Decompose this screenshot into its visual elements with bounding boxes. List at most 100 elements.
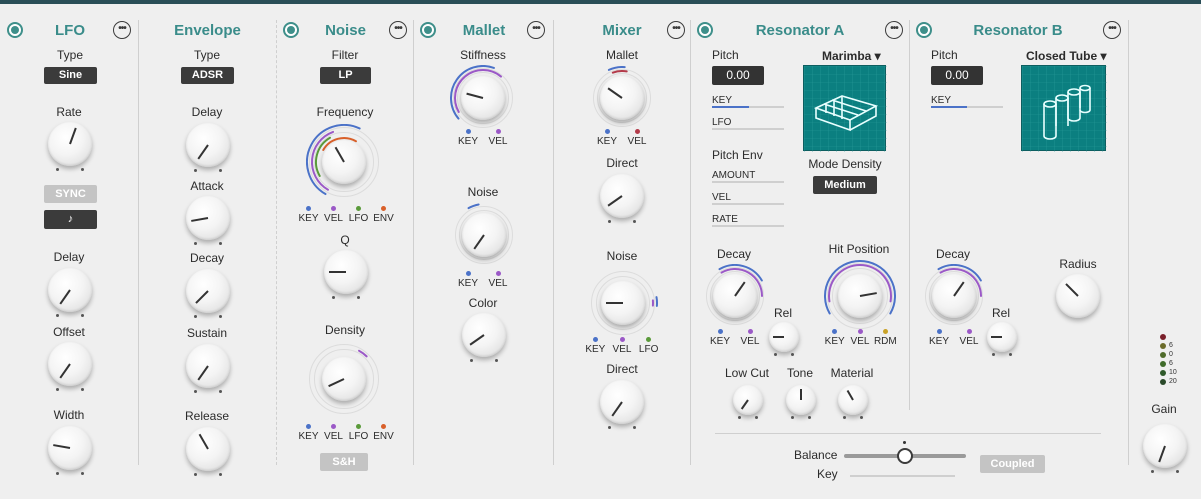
- lfo-title: LFO: [55, 22, 85, 39]
- noise-frequency-knob[interactable]: [306, 124, 382, 200]
- resonator-a-material-knob[interactable]: [838, 385, 868, 419]
- noise-density-knob[interactable]: [306, 341, 382, 417]
- mod-dot[interactable]: [747, 329, 753, 334]
- resonator-b-model-select[interactable]: Closed Tube ▾: [1026, 49, 1106, 63]
- lfo-note-button[interactable]: ♪: [44, 210, 97, 229]
- knob-tick: [194, 473, 198, 477]
- resonator-a-decay-knob[interactable]: [703, 264, 767, 328]
- mod-dot[interactable]: [646, 337, 652, 342]
- knob-body: [322, 140, 366, 184]
- mod-dot[interactable]: [857, 329, 863, 334]
- mallet-menu-button[interactable]: •••: [527, 21, 545, 39]
- mod-dot[interactable]: [966, 329, 972, 334]
- resonator-a-amount-slider[interactable]: [712, 181, 784, 183]
- resonator-a-pitch-field[interactable]: 0.00: [712, 66, 764, 85]
- mallet-title: Mallet: [462, 22, 506, 39]
- mod-dot[interactable]: [936, 329, 942, 334]
- resonator-b-menu-button[interactable]: •••: [1103, 21, 1121, 39]
- knob-tick: [754, 415, 758, 419]
- lfo-menu-button[interactable]: •••: [113, 21, 131, 39]
- gain-knob[interactable]: [1143, 424, 1187, 474]
- envelope-release-knob[interactable]: [186, 427, 230, 477]
- mod-dot[interactable]: [832, 329, 838, 334]
- mod-dot[interactable]: [465, 129, 471, 134]
- mod-dot[interactable]: [717, 329, 723, 334]
- balance-slider-handle[interactable]: [897, 448, 913, 464]
- knob-pointer: [198, 434, 209, 450]
- resonator-b-power-toggle[interactable]: [916, 22, 932, 38]
- lfo-power-toggle[interactable]: [7, 22, 23, 38]
- mod-dot[interactable]: [495, 271, 501, 276]
- mod-dot[interactable]: [634, 129, 640, 134]
- resonator-a-vel-slider[interactable]: [712, 203, 784, 205]
- mixer-menu-button[interactable]: •••: [667, 21, 685, 39]
- knob-tick: [194, 315, 198, 319]
- lfo-offset-knob[interactable]: [48, 342, 92, 392]
- mod-dot[interactable]: [465, 271, 471, 276]
- mod-dot[interactable]: [331, 206, 336, 211]
- mod-dot[interactable]: [882, 329, 888, 334]
- knob-pointer: [800, 388, 802, 400]
- mod-dot[interactable]: [495, 129, 501, 134]
- mallet-power-toggle[interactable]: [420, 22, 436, 38]
- noise-title: Noise: [325, 22, 366, 39]
- coupled-button[interactable]: Coupled: [980, 455, 1045, 473]
- mod-dot[interactable]: [381, 424, 386, 429]
- noise-power-toggle[interactable]: [283, 22, 299, 38]
- envelope-attack-knob[interactable]: [186, 196, 230, 246]
- noise-frequency-mods: KEY VEL LFO ENV: [296, 206, 396, 228]
- resonator-a-tone-knob[interactable]: [786, 385, 816, 419]
- knob-body: [461, 76, 505, 120]
- resonator-b-decay-knob[interactable]: [922, 264, 986, 328]
- mallet-color-knob[interactable]: [462, 313, 506, 363]
- mod-dot[interactable]: [381, 206, 386, 211]
- envelope-delay-knob[interactable]: [186, 123, 230, 173]
- envelope-sustain-knob[interactable]: [186, 344, 230, 394]
- mod-dot[interactable]: [619, 337, 625, 342]
- mod-dot[interactable]: [356, 206, 361, 211]
- knob-body: [600, 76, 644, 120]
- envelope-decay-knob[interactable]: [186, 269, 230, 319]
- noise-sh-button[interactable]: S&H: [320, 453, 368, 471]
- lfo-rate-knob[interactable]: [48, 122, 92, 172]
- resonator-a-mode-density-select[interactable]: Medium: [813, 176, 877, 194]
- lfo-delay-knob[interactable]: [48, 268, 92, 318]
- mallet-noise-knob[interactable]: [452, 203, 516, 267]
- lfo-type-select[interactable]: Sine: [44, 67, 97, 84]
- key-slider[interactable]: [850, 475, 955, 477]
- resonator-a-menu-button[interactable]: •••: [885, 21, 903, 39]
- mod-dot[interactable]: [306, 424, 311, 429]
- mod-dot[interactable]: [604, 129, 610, 134]
- mixer-direct2-knob[interactable]: [600, 380, 644, 430]
- noise-filter-select[interactable]: LP: [320, 67, 371, 84]
- resonator-a-model-select[interactable]: Marimba ▾: [822, 49, 881, 63]
- mod-dot[interactable]: [306, 206, 311, 211]
- mixer-noise-knob[interactable]: [588, 268, 658, 338]
- envelope-type-select[interactable]: ADSR: [181, 67, 234, 84]
- resonator-b-rel-knob[interactable]: [987, 322, 1017, 356]
- resonator-b-pitch-field[interactable]: 0.00: [931, 66, 983, 85]
- mod-dot[interactable]: [331, 424, 336, 429]
- noise-menu-button[interactable]: •••: [389, 21, 407, 39]
- knob-tick: [807, 415, 811, 419]
- resonator-b-radius-knob[interactable]: [1056, 274, 1100, 318]
- mixer-direct1-knob[interactable]: [600, 174, 644, 224]
- noise-q-knob[interactable]: [324, 250, 368, 300]
- resonator-a-hit-position-knob[interactable]: [824, 260, 896, 332]
- mod-arc: [655, 296, 658, 307]
- level-meter: 6 0 6 10 20: [1160, 334, 1200, 394]
- resonator-a-rate-slider[interactable]: [712, 225, 784, 227]
- knob-pointer: [953, 281, 965, 297]
- mod-dot[interactable]: [592, 337, 598, 342]
- resonator-a-lfo-slider[interactable]: [712, 128, 784, 130]
- lfo-width-knob[interactable]: [48, 426, 92, 476]
- resonator-a-power-toggle[interactable]: [697, 22, 713, 38]
- resonator-b-rel-label: Rel: [991, 306, 1011, 320]
- resonator-a-rel-knob[interactable]: [769, 322, 799, 356]
- envelope-title: Envelope: [174, 22, 241, 39]
- mod-dot[interactable]: [356, 424, 361, 429]
- lfo-sync-button[interactable]: SYNC: [44, 185, 97, 203]
- mallet-stiffness-knob[interactable]: [450, 65, 516, 131]
- mixer-mallet-knob[interactable]: [590, 66, 654, 130]
- resonator-a-low-cut-knob[interactable]: [733, 385, 763, 419]
